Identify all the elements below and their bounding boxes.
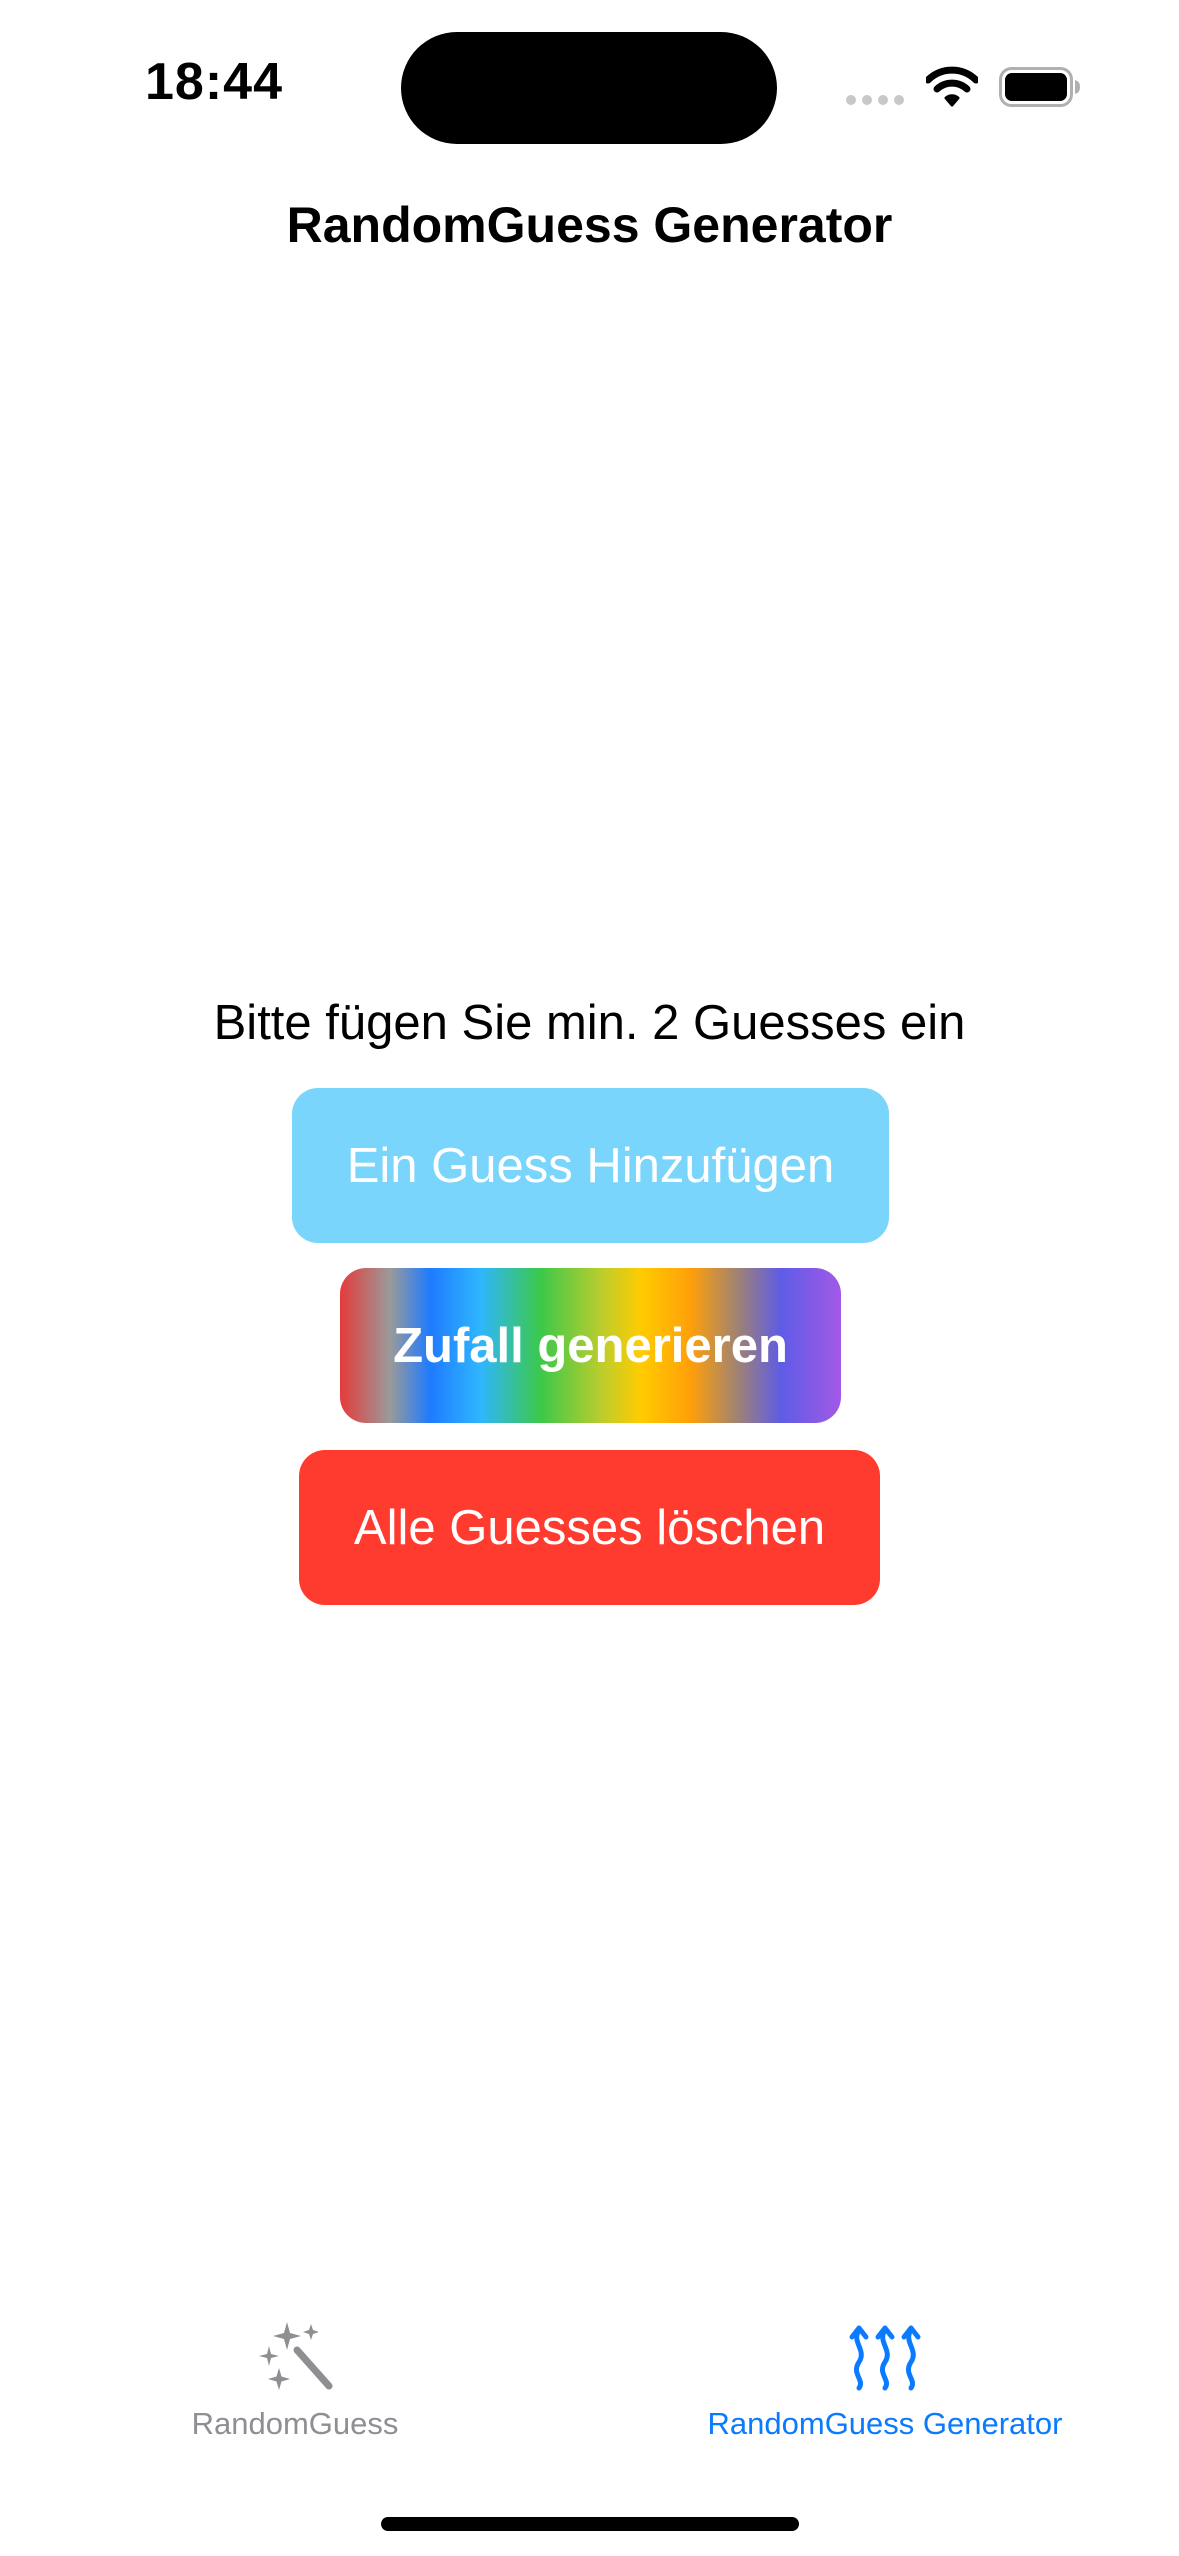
cellular-signal-icon (846, 95, 906, 105)
page-title: RandomGuess Generator (286, 197, 893, 253)
tab-label: RandomGuess (191, 2406, 399, 2441)
dynamic-island (401, 32, 777, 144)
add-guess-button[interactable]: Ein Guess Hinzufügen (292, 1088, 889, 1243)
wifi-icon (926, 66, 978, 107)
magic-wand-icon (259, 2322, 333, 2390)
tab-label: RandomGuess Generator (707, 2406, 1063, 2441)
heat-waves-icon (849, 2325, 921, 2391)
generate-random-button[interactable]: Zufall generieren (340, 1268, 841, 1423)
home-indicator[interactable] (381, 2517, 799, 2531)
app-screen: 18:44 RandomGuess Generator Bitte fügen … (0, 0, 1179, 2556)
instruction-text: Bitte fügen Sie min. 2 Guesses ein (213, 996, 966, 1050)
battery-icon (999, 67, 1080, 107)
tab-randomguess[interactable]: RandomGuess (160, 2320, 430, 2460)
clear-all-guesses-button[interactable]: Alle Guesses löschen (299, 1450, 880, 1605)
tab-randomguess-generator[interactable]: RandomGuess Generator (680, 2320, 1090, 2460)
status-time: 18:44 (145, 53, 283, 111)
